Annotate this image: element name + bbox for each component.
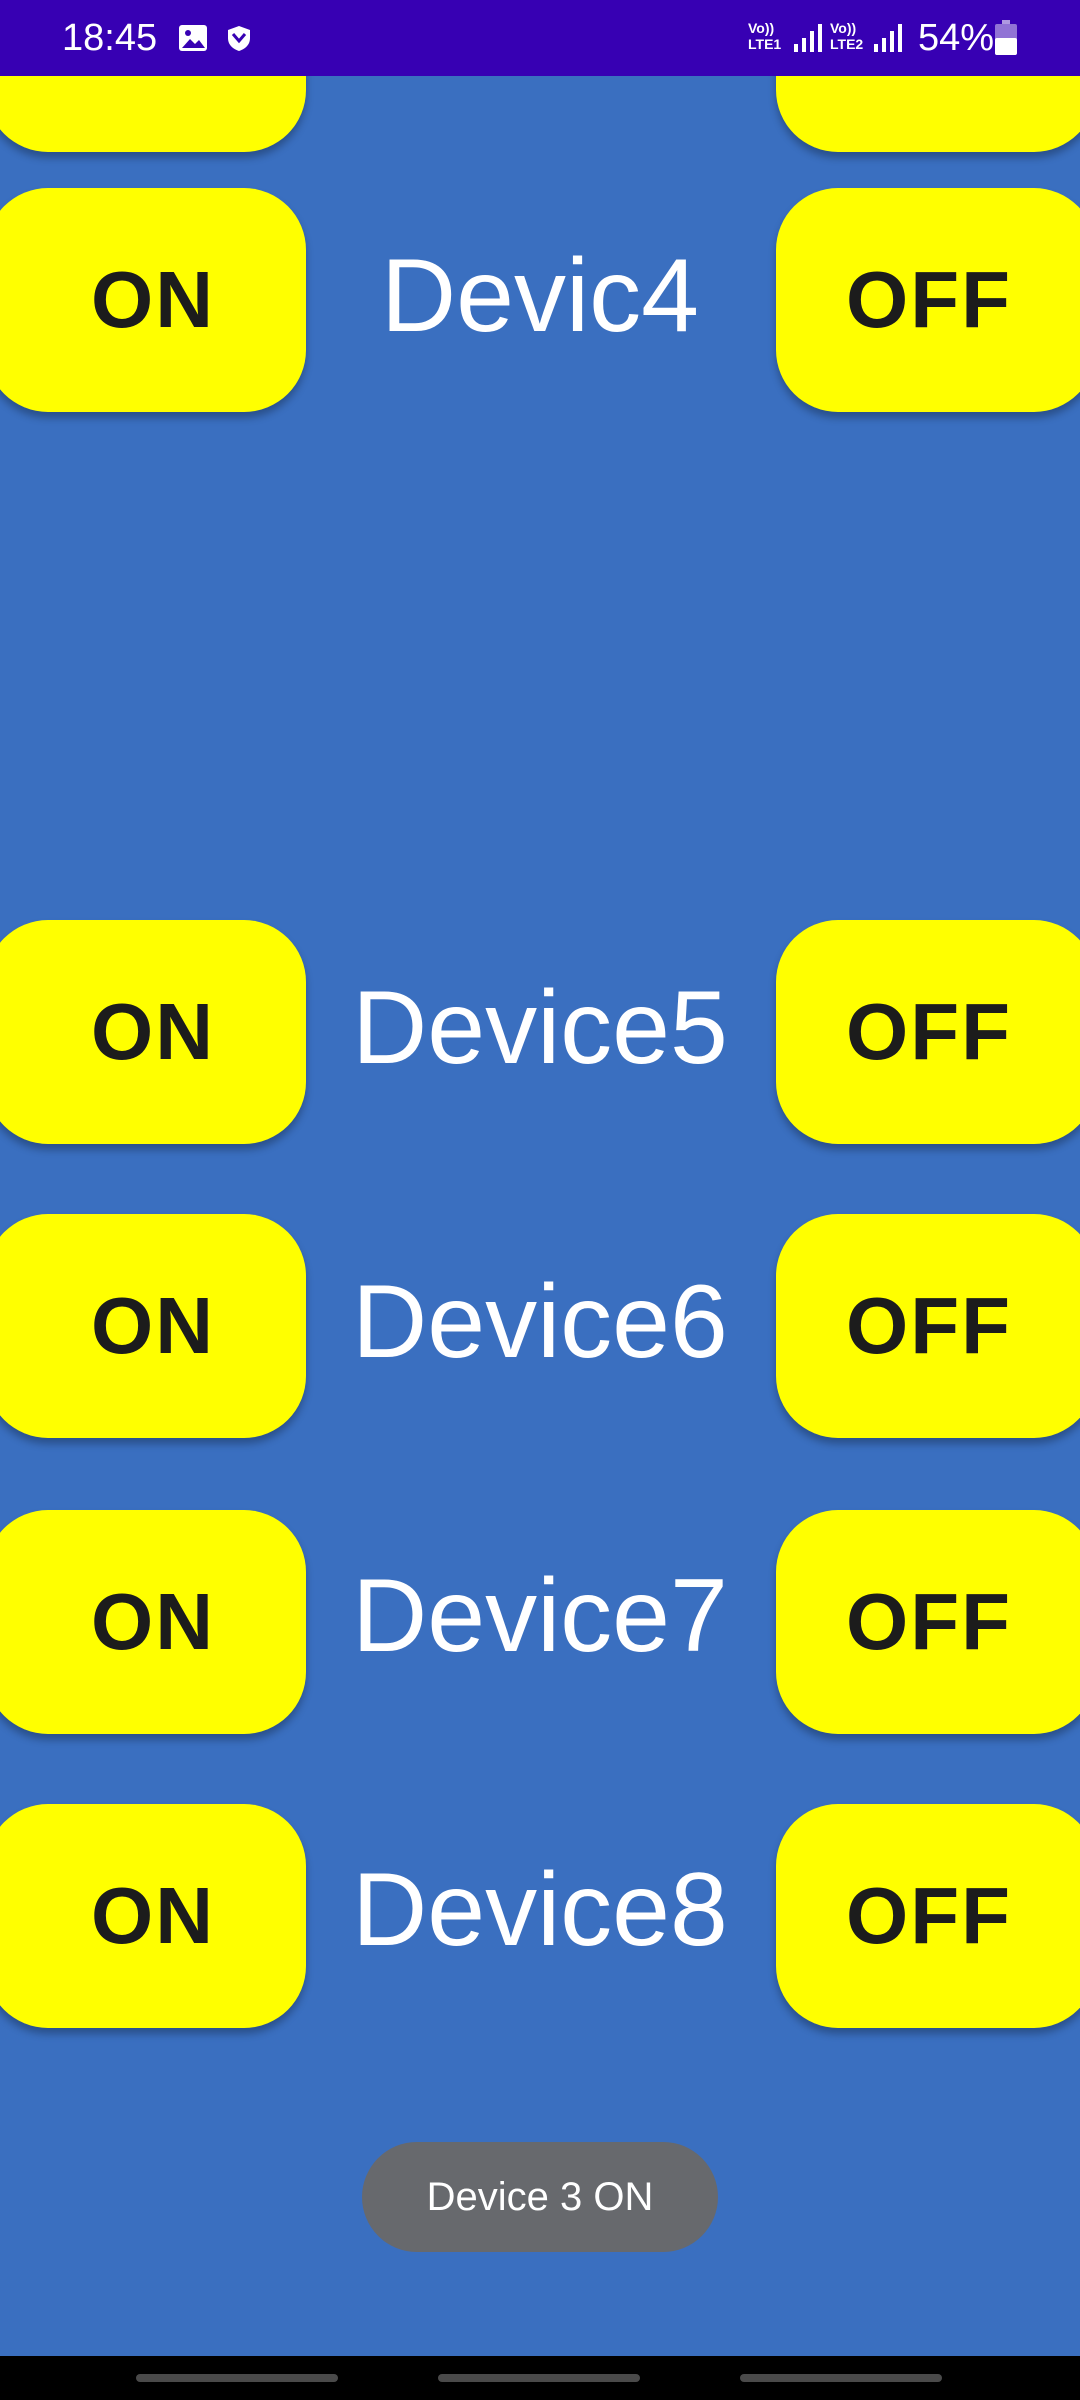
device-control-screen[interactable]: ON Devic4 OFF ON Device5 OFF ON Device6 … [0,76,1080,2356]
device7-off-button[interactable]: OFF [776,1510,1080,1734]
sim1-network-text: Vo)) LTE1 [748,20,782,52]
device7-label: Device7 [352,1558,728,1674]
device6-label: Device6 [352,1264,728,1380]
device8-off-button[interactable]: OFF [776,1804,1080,2028]
nav-home-handle[interactable] [438,2374,640,2382]
battery-icon [994,20,1018,56]
device5-label: Device5 [352,970,728,1086]
device8-on-button[interactable]: ON [0,1804,306,2028]
device4-on-button[interactable]: ON [0,188,306,412]
sim1-network-label: Vo)) LTE1 [748,20,781,52]
sim2-network-text: Vo)) LTE2 [830,20,864,52]
signal-icon [872,22,908,54]
device5-off-button[interactable]: OFF [776,920,1080,1144]
gallery-icon [178,24,208,52]
navigation-bar [0,2356,1080,2400]
status-bar: 18:45 Vo)) LTE1 Vo)) LTE2 54% [0,0,1080,76]
device3-off-button[interactable] [776,76,1080,152]
device3-on-button[interactable] [0,76,306,152]
nav-recents-handle[interactable] [136,2374,338,2382]
device8-label: Device8 [352,1852,728,1968]
device6-off-button[interactable]: OFF [776,1214,1080,1438]
device4-off-button[interactable]: OFF [776,188,1080,412]
toast-message: Device 3 ON [362,2142,718,2252]
status-time: 18:45 [62,17,158,59]
sim2-network-label: Vo)) LTE2 [830,20,863,52]
device4-label: Devic4 [381,238,699,354]
device6-on-button[interactable]: ON [0,1214,306,1438]
battery-percent: 54% [918,17,995,59]
shield-icon [226,24,252,52]
nav-back-handle[interactable] [740,2374,942,2382]
signal-icon [792,22,828,54]
device7-on-button[interactable]: ON [0,1510,306,1734]
device5-on-button[interactable]: ON [0,920,306,1144]
